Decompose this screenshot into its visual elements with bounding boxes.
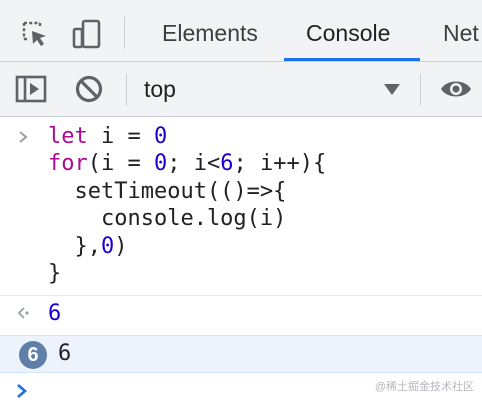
code-line: setTimeout(()=>{ [48, 178, 326, 205]
context-value: top [144, 76, 176, 102]
result-value[interactable]: 6 [48, 301, 61, 326]
result-arrow-icon [16, 305, 32, 326]
input-prompt-chevron-icon [18, 130, 30, 149]
repeat-count-badge: 6 [19, 341, 47, 369]
toolbar-divider [126, 74, 127, 106]
code-token: ; i< [167, 151, 221, 177]
tab-console[interactable]: Console [306, 0, 390, 62]
watermark: @稀土掘金技术社区 [374, 381, 474, 393]
evaluated-code: let i = 0 for(i = 0; i<6; i++){ setTimeou… [48, 123, 326, 287]
code-token: 0 [153, 124, 168, 149]
code-line: for(i = 0; i<6; i++){ [48, 150, 326, 177]
code-token: }, [48, 233, 101, 259]
code-token: for [48, 151, 88, 177]
active-tab-indicator [284, 58, 420, 61]
code-token: let [48, 124, 88, 149]
console-prompt-chevron-icon [16, 383, 28, 404]
code-line: let i = 0 [48, 123, 326, 150]
code-token: 0 [100, 233, 115, 259]
log-message-row: 6 6 [0, 335, 482, 373]
toolbar-divider [420, 74, 421, 106]
tab-elements[interactable]: Elements [162, 0, 258, 62]
code-token: i = [87, 124, 154, 149]
toolbar-divider [124, 17, 125, 49]
code-token: setTimeout(()=>{ [48, 178, 287, 204]
tab-network[interactable]: Net [443, 0, 479, 62]
code-token: } [48, 261, 62, 287]
row-divider [0, 295, 482, 296]
code-line: console.log(i) [48, 205, 326, 232]
devtools-tab-bar: Elements Console Net [0, 0, 482, 62]
dropdown-caret-icon [384, 84, 400, 95]
code-line: } [48, 260, 326, 287]
code-token: 6 [220, 151, 234, 177]
code-token: ; i++){ [233, 151, 327, 177]
javascript-context-select[interactable]: top [132, 62, 417, 117]
live-expression-eye-icon[interactable] [439, 72, 473, 106]
result-row: 6 [0, 297, 482, 333]
code-line: },0) [48, 233, 326, 260]
device-toolbar-icon[interactable] [70, 17, 104, 51]
log-value[interactable]: 6 [58, 341, 71, 366]
console-toolbar: top [0, 62, 482, 117]
code-token: (i = [87, 151, 154, 177]
show-sidebar-icon[interactable] [14, 72, 48, 106]
console-output: let i = 0 for(i = 0; i<6; i++){ setTimeou… [0, 117, 482, 410]
code-token: 0 [153, 151, 168, 177]
code-token: ) [114, 233, 128, 259]
code-token: console.log(i) [48, 206, 287, 232]
clear-console-icon[interactable] [72, 72, 106, 106]
inspect-element-icon[interactable] [18, 17, 52, 51]
